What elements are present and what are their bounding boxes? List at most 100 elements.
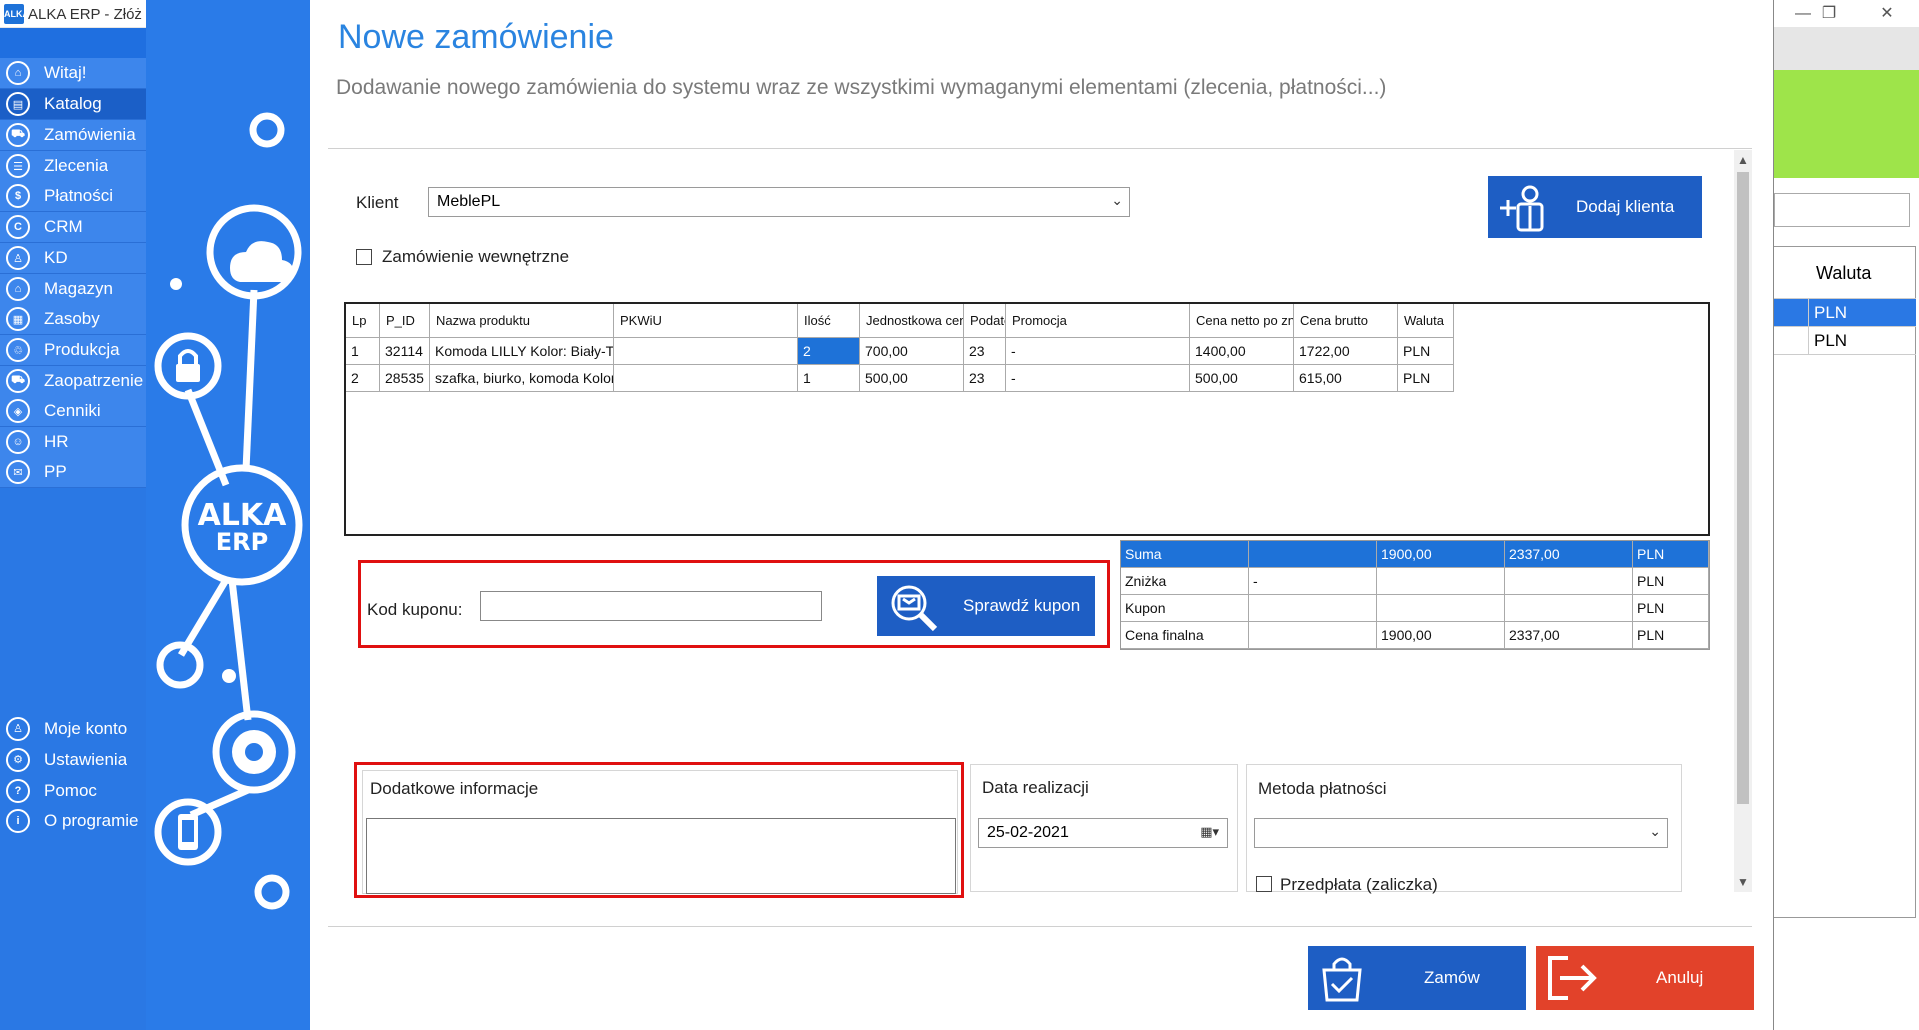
sidebar-item-zam-wienia[interactable]: ⛟ Zamówienia	[0, 120, 146, 151]
summary-row[interactable]: Cena finalna 1900,00 2337,00 PLN	[1121, 622, 1709, 649]
table-cell: 32114	[380, 338, 430, 365]
table-header-cell[interactable]: Cena brutto	[1294, 304, 1398, 338]
settings-icon: ⚙	[6, 747, 30, 772]
add-user-icon	[1500, 185, 1544, 232]
background-input[interactable]	[1774, 193, 1910, 227]
scroll-down-icon[interactable]: ▼	[1734, 872, 1752, 892]
date-label: Data realizacji	[982, 778, 1089, 797]
help-icon: ?	[6, 778, 30, 803]
pp-icon: ✉	[6, 460, 30, 484]
sidebar-item-p-atno-ci[interactable]: $ Płatności	[0, 181, 146, 212]
summary-row[interactable]: Kupon PLN	[1121, 595, 1709, 622]
sidebar-item-moje-konto[interactable]: ♙ Moje konto	[0, 713, 146, 744]
sidebar-item-zaopatrzenie[interactable]: ⛟ Zaopatrzenie	[0, 366, 146, 397]
calendar-icon[interactable]: ▦▾	[1200, 824, 1219, 840]
order-button-label: Zamów	[1424, 968, 1480, 987]
table-cell: 700,00	[860, 338, 964, 365]
additional-info-label: Dodatkowe informacje	[370, 779, 539, 798]
sidebar-item-witaj-[interactable]: ⌂ Witaj!	[0, 58, 146, 89]
date-picker[interactable]: 25-02-2021 ▦▾	[978, 818, 1228, 848]
sidebar-item-kd[interactable]: ♙ KD	[0, 243, 146, 274]
table-cell: 2	[346, 365, 380, 392]
summary-cell	[1505, 595, 1633, 622]
close-button[interactable]: ✕	[1864, 2, 1910, 26]
table-row[interactable]: 228535szafka, biurko, komoda Kolor: Sza.…	[346, 365, 1708, 392]
sidebar-item-magazyn[interactable]: ⌂ Magazyn	[0, 274, 146, 305]
sidebar-item-label: Katalog	[44, 94, 102, 113]
summary-row[interactable]: Zniżka - PLN	[1121, 568, 1709, 595]
sidebar-item-label: Zamówienia	[44, 125, 136, 144]
table-header-cell[interactable]: P_ID	[380, 304, 430, 338]
dialog-logo-line2: ERP	[216, 528, 268, 556]
background-grid-row[interactable]: PLN	[1772, 299, 1916, 327]
payment-method-label: Metoda płatności	[1258, 779, 1387, 798]
warehouse-icon: ⌂	[6, 277, 30, 301]
prepayment-checkbox[interactable]	[1256, 876, 1272, 892]
sidebar-item-zasoby[interactable]: ▦ Zasoby	[0, 304, 146, 335]
summary-cell: Suma	[1121, 541, 1249, 568]
sidebar-item-zlecenia[interactable]: ☰ Zlecenia	[0, 151, 146, 182]
summary-cell	[1377, 568, 1505, 595]
table-cell[interactable]: 1	[798, 365, 860, 392]
table-header-cell[interactable]: PKWiU	[614, 304, 798, 338]
summary-cell	[1505, 568, 1633, 595]
table-header-cell[interactable]: Promocja	[1006, 304, 1190, 338]
summary-cell	[1249, 622, 1377, 649]
table-row[interactable]: 132114Komoda LILLY Kolor: Biały-T 160...…	[346, 338, 1708, 365]
summary-row[interactable]: Suma 1900,00 2337,00 PLN	[1121, 541, 1709, 568]
table-header-cell[interactable]: Jednostkowa cena netto	[860, 304, 964, 338]
check-coupon-button[interactable]: Sprawdź kupon	[877, 576, 1095, 636]
new-order-dialog: Nowe zamówienie Dodawanie nowego zamówie…	[310, 0, 1774, 1030]
table-header-cell[interactable]: Lp	[346, 304, 380, 338]
add-client-button[interactable]: Dodaj klienta	[1488, 176, 1702, 238]
hr-icon: ☺	[6, 430, 30, 454]
app-logo-icon: ALKA	[4, 4, 29, 24]
payment-method-select[interactable]: ⌄	[1254, 818, 1668, 848]
sidebar-item-crm[interactable]: C CRM	[0, 212, 146, 243]
table-header-cell[interactable]: Waluta	[1398, 304, 1454, 338]
background-grid-header-label: Waluta	[1816, 263, 1872, 283]
dollar-icon: $	[6, 184, 30, 208]
summary-cell: Kupon	[1121, 595, 1249, 622]
table-header-cell[interactable]: Nazwa produktu	[430, 304, 614, 338]
sidebar-item-pomoc[interactable]: ? Pomoc	[0, 775, 146, 806]
sidebar-item-o-programie[interactable]: i O programie	[0, 805, 146, 836]
sidebar-item-pp[interactable]: ✉ PP	[0, 457, 146, 488]
order-button[interactable]: Zamów	[1308, 946, 1526, 1010]
main-sidebar: ⌂ Witaj! ▤ Katalog ⛟ Zamówienia ☰ Zlecenia $ Płat…	[0, 28, 146, 1030]
table-header-cell[interactable]: Cena netto po zniżkach	[1190, 304, 1294, 338]
sidebar-item-produkcja[interactable]: ♲ Produkcja	[0, 335, 146, 366]
sidebar-item-katalog[interactable]: ▤ Katalog	[0, 89, 146, 120]
client-select[interactable]: MeblePL ⌄	[428, 187, 1130, 217]
background-grid-cell: PLN	[1814, 303, 1848, 322]
order-summary-table: Suma 1900,00 2337,00 PLN Zniżka - PLN Kupon PLN C…	[1120, 540, 1710, 650]
sidebar-item-label: Zlecenia	[44, 156, 109, 175]
coupon-input[interactable]	[480, 591, 822, 621]
summary-cell: 1900,00	[1377, 541, 1505, 568]
sidebar-item-hr[interactable]: ☺ HR	[0, 427, 146, 458]
table-header-cell[interactable]: Ilość	[798, 304, 860, 338]
sidebar-item-label: CRM	[44, 217, 83, 236]
resources-icon: ▦	[6, 307, 30, 331]
sidebar-item-cenniki[interactable]: ◈ Cenniki	[0, 396, 146, 427]
sidebar-item-label: PP	[44, 462, 67, 481]
table-header-cell[interactable]: Podatek (%)	[964, 304, 1006, 338]
coupon-label: Kod kuponu:	[367, 600, 463, 619]
sidebar-item-label: Cenniki	[44, 401, 101, 420]
scroll-up-icon[interactable]: ▲	[1734, 150, 1752, 170]
home-icon: ⌂	[6, 61, 30, 85]
scrollbar-thumb[interactable]	[1737, 172, 1749, 804]
restore-button[interactable]: ❐	[1806, 2, 1852, 26]
add-client-button-label: Dodaj klienta	[1576, 197, 1675, 216]
additional-info-textarea[interactable]	[366, 818, 956, 894]
sidebar-item-ustawienia[interactable]: ⚙ Ustawienia	[0, 744, 146, 775]
sidebar-item-label: Moje konto	[44, 718, 128, 738]
vertical-scrollbar[interactable]: ▲ ▼	[1734, 150, 1752, 892]
table-cell[interactable]: 2	[798, 338, 860, 365]
background-panel: Waluta PLN PLN	[1772, 28, 1919, 1030]
table-cell: 500,00	[1190, 365, 1294, 392]
table-cell: 1	[346, 338, 380, 365]
internal-order-checkbox[interactable]	[356, 249, 372, 265]
background-grid-row[interactable]: PLN	[1772, 327, 1916, 355]
cancel-button[interactable]: Anuluj	[1536, 946, 1754, 1010]
